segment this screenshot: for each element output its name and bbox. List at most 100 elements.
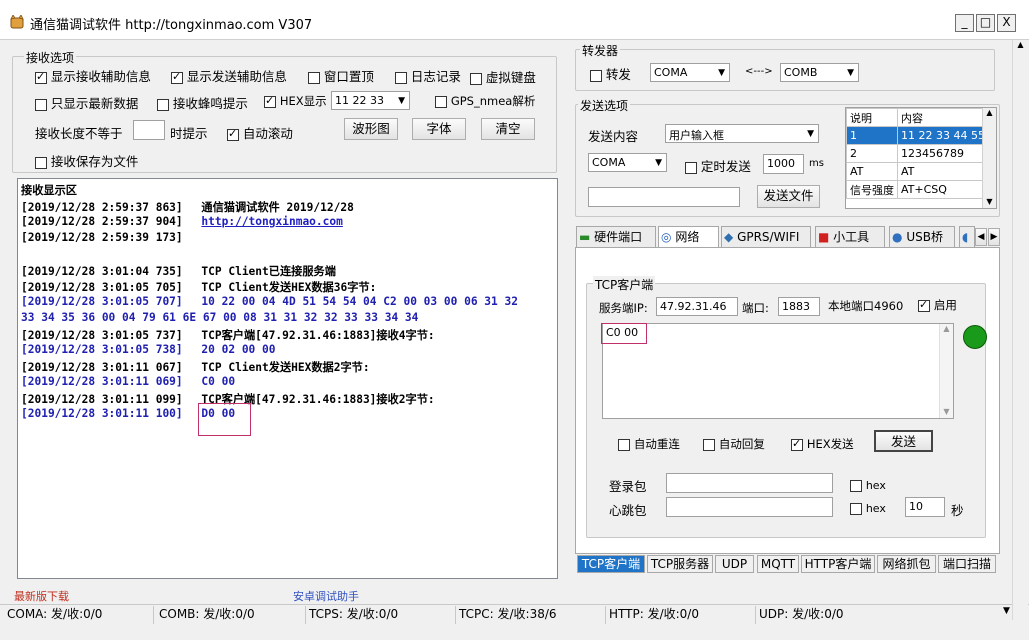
checkbox-box[interactable] <box>157 98 169 111</box>
textarea-scrollbar[interactable]: ▲ ▼ <box>939 324 953 418</box>
recv-display-area[interactable]: 接收显示区 [2019/12/28 2:59:37 863] 通信猫调试软件 2… <box>17 178 558 579</box>
enable-checkbox[interactable]: 启用 <box>918 297 957 313</box>
send-text-area[interactable]: ▲ ▼ <box>602 323 954 419</box>
tab-mqtt[interactable]: MQTT <box>757 555 799 573</box>
checkbox-box[interactable] <box>35 98 47 111</box>
waveform-button[interactable]: 波形图 <box>344 118 398 140</box>
status-tcpc: TCPC: 发/收:38/6 <box>456 606 606 624</box>
tab-scroll-left-button[interactable]: ◀ <box>975 228 987 246</box>
send-port-select[interactable]: COMA ▼ <box>588 153 667 172</box>
scroll-up-icon[interactable]: ▲ <box>940 324 953 333</box>
send-file-button[interactable]: 发送文件 <box>757 185 820 208</box>
hex-display-checkbox[interactable]: HEX显示 <box>264 93 327 109</box>
table-header: 内容 <box>897 108 989 127</box>
minimize-button[interactable]: _ <box>955 14 974 32</box>
save-to-file-label: 接收保存为文件 <box>50 154 139 169</box>
hex-display-select[interactable]: 11 22 33 ▼ <box>331 91 410 110</box>
window-scrollbar[interactable]: ▲ <box>1012 40 1028 620</box>
log-label: 日志记录 <box>410 69 461 84</box>
show-send-aux-label: 显示发送辅助信息 <box>186 69 287 84</box>
recv-beep-checkbox[interactable]: 接收蜂鸣提示 <box>157 93 248 112</box>
checkbox-box[interactable] <box>791 437 803 451</box>
font-button[interactable]: 字体 <box>412 118 466 140</box>
checkbox-box[interactable] <box>435 95 447 108</box>
table-row[interactable]: AT AT <box>846 162 989 181</box>
tab-udp[interactable]: UDP <box>715 555 754 573</box>
checkbox-box[interactable] <box>264 94 276 108</box>
checkbox-box[interactable] <box>703 438 715 451</box>
checkbox-box[interactable] <box>618 438 630 451</box>
forward-port-a-select[interactable]: COMA ▼ <box>650 63 730 82</box>
tab-scroll-right-button[interactable]: ▶ <box>988 228 1000 246</box>
heartbeat-packet-input[interactable] <box>666 497 833 517</box>
tab-port-scan[interactable]: 端口扫描 <box>938 555 996 573</box>
scroll-down-icon[interactable]: ▼ <box>983 197 996 206</box>
checkbox-box[interactable] <box>308 71 320 84</box>
table-row[interactable]: 2 123456789 <box>846 144 989 163</box>
server-ip-input[interactable]: 47.92.31.46 <box>656 297 738 316</box>
checkbox-box[interactable] <box>850 479 862 492</box>
clear-button[interactable]: 清空 <box>481 118 535 140</box>
chevron-down-icon: ▼ <box>847 68 854 78</box>
checkbox-box[interactable] <box>685 161 697 174</box>
server-port-input[interactable]: 1883 <box>778 297 820 316</box>
show-send-aux-checkbox[interactable]: 显示发送辅助信息 <box>171 66 287 85</box>
save-to-file-checkbox[interactable]: 接收保存为文件 <box>35 151 138 170</box>
app-cat-icon <box>10 15 24 29</box>
tab-tcp-client[interactable]: TCP客户端 <box>577 555 645 573</box>
log-checkbox[interactable]: 日志记录 <box>395 66 461 85</box>
scroll-up-icon[interactable]: ▲ <box>1013 40 1028 49</box>
checkbox-box[interactable] <box>918 298 930 312</box>
quick-send-table[interactable]: 说明 内容 1 11 22 33 44 55 2 123456789 AT AT… <box>845 107 997 209</box>
timed-send-checkbox[interactable]: 定时发送 <box>685 156 751 175</box>
tab-network[interactable]: ◎ 网络 <box>658 226 719 248</box>
only-latest-checkbox[interactable]: 只显示最新数据 <box>35 93 138 112</box>
gps-parse-checkbox[interactable]: GPS_nmea解析 <box>435 93 535 109</box>
auto-reconnect-checkbox[interactable]: 自动重连 <box>618 436 680 452</box>
checkbox-box[interactable] <box>35 70 47 84</box>
checkbox-box[interactable] <box>171 70 183 84</box>
checkbox-box[interactable] <box>395 71 407 84</box>
hex-send-checkbox[interactable]: HEX发送 <box>791 436 854 452</box>
website-link[interactable]: http://tongxinmao.com <box>201 215 342 228</box>
close-button[interactable]: X <box>997 14 1016 32</box>
tab-packet-capture[interactable]: 网络抓包 <box>877 555 936 573</box>
login-packet-input[interactable] <box>666 473 833 493</box>
window-top-checkbox[interactable]: 窗口置顶 <box>308 66 374 85</box>
tab-tcp-server[interactable]: TCP服务器 <box>647 555 713 573</box>
table-row[interactable]: 1 11 22 33 44 55 <box>846 126 989 145</box>
tab-more[interactable]: ◖ <box>959 226 975 248</box>
status-scroll-down-icon[interactable]: ▼ <box>1003 606 1010 616</box>
show-recv-aux-checkbox[interactable]: 显示接收辅助信息 <box>35 66 151 85</box>
table-row[interactable]: 信号强度 AT+CSQ <box>846 180 989 199</box>
auto-reply-checkbox[interactable]: 自动回复 <box>703 436 765 452</box>
tab-tools[interactable]: ■ 小工具 <box>815 226 885 248</box>
send-file-path-input[interactable] <box>588 187 740 207</box>
forward-port-b-select[interactable]: COMB ▼ <box>780 63 859 82</box>
checkbox-box[interactable] <box>590 69 602 82</box>
checkbox-box[interactable] <box>35 156 47 169</box>
send-button[interactable]: 发送 <box>874 430 933 452</box>
android-helper-link[interactable]: 安卓调试助手 <box>293 588 359 604</box>
length-input[interactable] <box>133 120 165 140</box>
login-hex-checkbox[interactable]: hex <box>850 478 886 492</box>
forward-checkbox[interactable]: 转发 <box>590 64 631 83</box>
scroll-down-icon[interactable]: ▼ <box>940 407 953 416</box>
tab-http-client[interactable]: HTTP客户端 <box>801 555 875 573</box>
checkbox-box[interactable] <box>850 502 862 515</box>
download-latest-link[interactable]: 最新版下载 <box>14 588 69 604</box>
table-scrollbar[interactable]: ▲ ▼ <box>982 108 996 208</box>
interval-input[interactable]: 1000 <box>763 154 804 174</box>
checkbox-box[interactable] <box>470 72 482 85</box>
heartbeat-hex-checkbox[interactable]: hex <box>850 501 886 515</box>
auto-scroll-checkbox[interactable]: 自动滚动 <box>227 123 293 142</box>
maximize-button[interactable]: □ <box>976 14 995 32</box>
checkbox-box[interactable] <box>227 127 239 141</box>
tab-hardware-port[interactable]: ▬ 硬件端口 <box>576 226 656 248</box>
scroll-up-icon[interactable]: ▲ <box>983 108 996 117</box>
send-content-select[interactable]: 用户输入框 ▼ <box>665 124 819 143</box>
tab-usb-bridge[interactable]: ● USB桥 <box>889 226 955 248</box>
heartbeat-interval-input[interactable]: 10 <box>905 497 945 517</box>
virtual-keyboard-checkbox[interactable]: 虚拟键盘 <box>470 67 536 86</box>
tab-gprs-wifi[interactable]: ◆ GPRS/WIFI <box>721 226 811 248</box>
